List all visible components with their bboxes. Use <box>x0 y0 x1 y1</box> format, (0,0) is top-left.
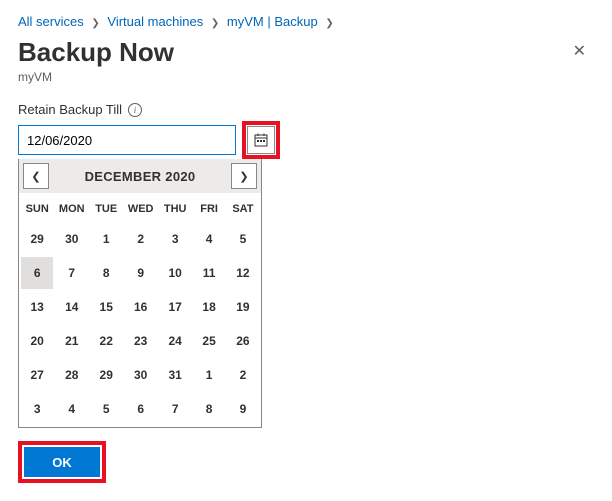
page-title: Backup Now <box>18 37 174 68</box>
calendar-picker-button[interactable] <box>247 126 275 154</box>
calendar-day-cell[interactable]: 13 <box>21 291 53 323</box>
calendar-day-cell[interactable]: 20 <box>21 325 53 357</box>
calendar-day-cell[interactable]: 21 <box>55 325 88 357</box>
chevron-left-icon: ❮ <box>31 170 40 183</box>
chevron-right-icon: ❯ <box>91 18 99 29</box>
calendar-day-cell[interactable]: 4 <box>55 393 88 425</box>
calendar-day-cell[interactable]: 8 <box>193 393 225 425</box>
calendar-day-cell[interactable]: 9 <box>124 257 157 289</box>
calendar-day-cell[interactable]: 30 <box>55 223 88 255</box>
breadcrumb-link-all-services[interactable]: All services <box>18 14 84 29</box>
calendar-day-cell[interactable]: 2 <box>227 359 259 391</box>
calendar-day-cell[interactable]: 12 <box>227 257 259 289</box>
calendar-day-cell[interactable]: 5 <box>90 393 122 425</box>
retain-backup-label-text: Retain Backup Till <box>18 102 122 117</box>
chevron-right-icon: ❯ <box>325 18 333 29</box>
calendar-day-header: SUN <box>21 195 53 221</box>
calendar-day-cell[interactable]: 6 <box>124 393 157 425</box>
chevron-right-icon: ❯ <box>211 18 219 29</box>
calendar-day-cell[interactable]: 29 <box>21 223 53 255</box>
close-icon[interactable]: ✕ <box>565 37 594 65</box>
calendar-day-cell[interactable]: 28 <box>55 359 88 391</box>
calendar-grid: SUNMONTUEWEDTHUFRISAT 293012345678910111… <box>19 193 261 427</box>
calendar-day-cell[interactable]: 15 <box>90 291 122 323</box>
info-icon[interactable]: i <box>128 103 142 117</box>
calendar-day-header: FRI <box>193 195 225 221</box>
calendar-day-cell[interactable]: 16 <box>124 291 157 323</box>
calendar-day-cell[interactable]: 23 <box>124 325 157 357</box>
calendar-prev-button[interactable]: ❮ <box>23 163 49 189</box>
calendar-day-cell[interactable]: 3 <box>21 393 53 425</box>
breadcrumb-link-myvm-backup[interactable]: myVM | Backup <box>227 14 318 29</box>
highlight-ok-button: OK <box>18 441 106 483</box>
calendar-month-label: DECEMBER 2020 <box>85 169 196 184</box>
calendar-day-cell[interactable]: 9 <box>227 393 259 425</box>
calendar-day-cell[interactable]: 31 <box>159 359 191 391</box>
calendar-day-header: SAT <box>227 195 259 221</box>
breadcrumb-link-virtual-machines[interactable]: Virtual machines <box>107 14 203 29</box>
calendar-icon <box>254 133 268 147</box>
calendar-day-cell[interactable]: 14 <box>55 291 88 323</box>
calendar-day-cell[interactable]: 5 <box>227 223 259 255</box>
calendar-day-cell[interactable]: 2 <box>124 223 157 255</box>
calendar-day-header: TUE <box>90 195 122 221</box>
calendar-day-cell[interactable]: 25 <box>193 325 225 357</box>
calendar-day-cell[interactable]: 7 <box>55 257 88 289</box>
calendar-day-cell[interactable]: 17 <box>159 291 191 323</box>
calendar-day-cell[interactable]: 8 <box>90 257 122 289</box>
calendar-day-cell[interactable]: 18 <box>193 291 225 323</box>
calendar-day-cell[interactable]: 10 <box>159 257 191 289</box>
calendar-day-cell[interactable]: 1 <box>193 359 225 391</box>
retain-backup-date-input[interactable] <box>18 125 236 155</box>
highlight-calendar-button <box>242 121 280 159</box>
calendar-day-cell[interactable]: 1 <box>90 223 122 255</box>
calendar-next-button[interactable]: ❯ <box>231 163 257 189</box>
calendar-day-cell[interactable]: 27 <box>21 359 53 391</box>
calendar-day-cell[interactable]: 6 <box>21 257 53 289</box>
ok-button[interactable]: OK <box>24 447 100 477</box>
calendar-day-cell[interactable]: 19 <box>227 291 259 323</box>
page-subtitle: myVM <box>18 70 594 84</box>
calendar-day-header: MON <box>55 195 88 221</box>
retain-backup-label: Retain Backup Till i <box>18 102 594 117</box>
breadcrumb: All services ❯ Virtual machines ❯ myVM |… <box>18 14 594 29</box>
calendar-day-cell[interactable]: 22 <box>90 325 122 357</box>
calendar-day-header: WED <box>124 195 157 221</box>
calendar-day-cell[interactable]: 11 <box>193 257 225 289</box>
calendar-day-header: THU <box>159 195 191 221</box>
calendar-day-cell[interactable]: 7 <box>159 393 191 425</box>
calendar-day-cell[interactable]: 29 <box>90 359 122 391</box>
calendar-day-cell[interactable]: 3 <box>159 223 191 255</box>
calendar-day-cell[interactable]: 26 <box>227 325 259 357</box>
calendar-day-cell[interactable]: 4 <box>193 223 225 255</box>
calendar-popup: ❮ DECEMBER 2020 ❯ SUNMONTUEWEDTHUFRISAT … <box>18 159 262 428</box>
calendar-day-cell[interactable]: 24 <box>159 325 191 357</box>
chevron-right-icon: ❯ <box>239 170 248 183</box>
calendar-day-cell[interactable]: 30 <box>124 359 157 391</box>
